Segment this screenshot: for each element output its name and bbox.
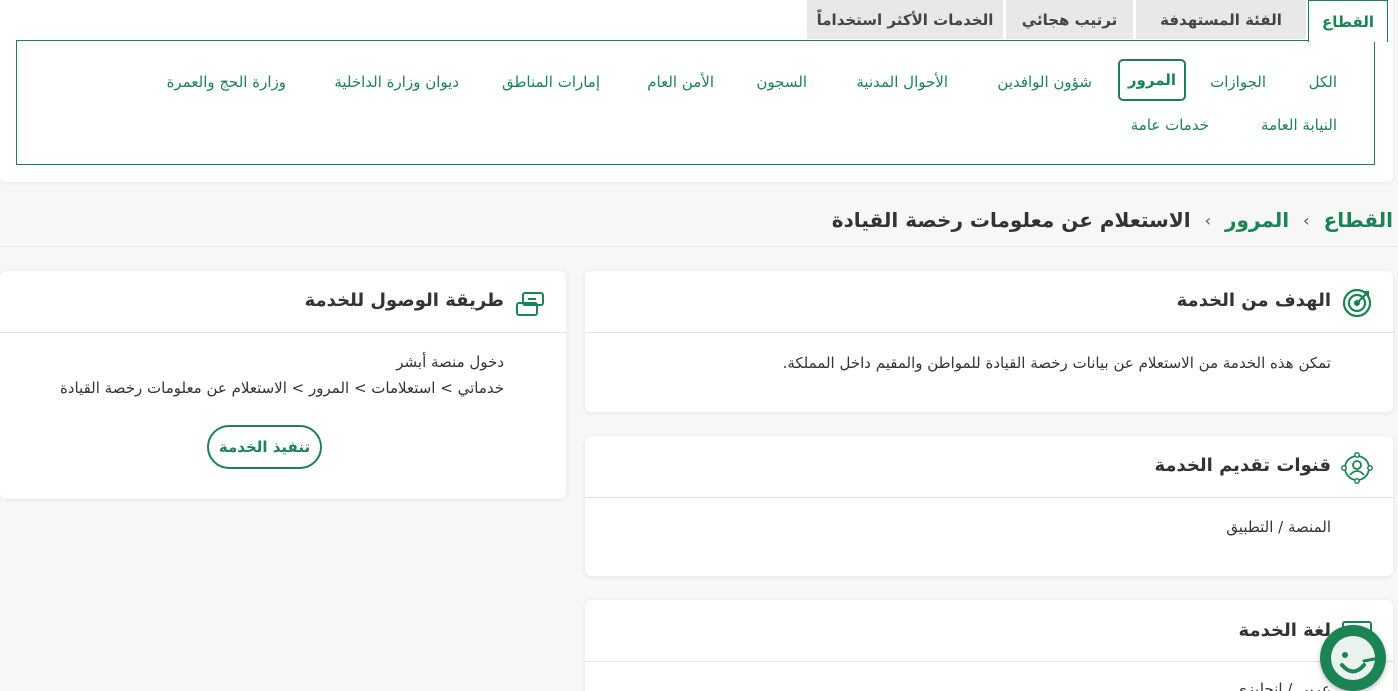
breadcrumb-separator: › xyxy=(1204,210,1211,230)
sector-filter-box: الكل الجوازات المرور شؤون الوافدين الأحو… xyxy=(16,40,1375,165)
breadcrumb-separator: › xyxy=(1303,210,1310,230)
access-step-1: دخول منصة أبشر xyxy=(396,353,504,371)
channels-card-title: قنوات تقديم الخدمة xyxy=(1154,455,1331,476)
channels-card-text: المنصة / التطبيق xyxy=(1226,518,1331,536)
sector-chip-passports[interactable]: الجوازات xyxy=(1210,72,1266,92)
chatbot-icon xyxy=(1323,628,1383,688)
goal-card-title: الهدف من الخدمة xyxy=(1176,290,1331,311)
language-card: لغة الخدمة عربي / إنجليزي xyxy=(585,600,1393,691)
access-card-text: دخول منصة أبشر خدماتي > استعلامات > المر… xyxy=(60,349,504,401)
channels-icon xyxy=(1341,452,1373,484)
sector-chip-ministry-diwan[interactable]: ديوان وزارة الداخلية xyxy=(334,72,459,92)
access-path: خدماتي > استعلامات > المرور > الاستعلام … xyxy=(59,379,504,397)
execute-service-button[interactable]: تنفيذ الخدمة xyxy=(207,425,322,469)
language-card-header: لغة الخدمة xyxy=(585,600,1393,662)
chatbot-button[interactable] xyxy=(1320,625,1386,691)
breadcrumb: القطاع › المرور › الاستعلام عن معلومات ر… xyxy=(832,203,1393,237)
sector-chip-prisons[interactable]: السجون xyxy=(756,72,807,92)
breadcrumb-sector[interactable]: المرور xyxy=(1225,208,1289,232)
sector-chip-general-services[interactable]: خدمات عامة xyxy=(1131,115,1209,135)
goal-card-header: الهدف من الخدمة xyxy=(585,271,1393,333)
sector-chip-traffic[interactable]: المرور xyxy=(1117,59,1186,101)
sector-chip-all[interactable]: الكل xyxy=(1309,72,1337,92)
tab-sector[interactable]: القطاع xyxy=(1308,0,1388,42)
divider xyxy=(0,246,1398,247)
language-card-text: عربي / إنجليزي xyxy=(1234,680,1331,691)
channels-card-header: قنوات تقديم الخدمة xyxy=(585,436,1393,498)
goal-card: الهدف من الخدمة تمكن هذه الخدمة من الاست… xyxy=(585,271,1393,412)
sector-chip-hajj-umrah[interactable]: وزارة الحج والعمرة xyxy=(167,72,286,92)
access-card-header: طريقة الوصول للخدمة xyxy=(0,271,566,333)
access-link-icon xyxy=(516,292,544,316)
access-card-title: طريقة الوصول للخدمة xyxy=(304,290,504,311)
tab-target-group[interactable]: الفئة المستهدفة xyxy=(1136,0,1306,39)
breadcrumb-root[interactable]: القطاع xyxy=(1324,208,1393,232)
sector-chip-public-prosecution[interactable]: النيابة العامة xyxy=(1261,115,1337,135)
sector-chip-expatriates[interactable]: شؤون الوافدين xyxy=(997,72,1092,92)
tab-most-used[interactable]: الخدمات الأكثر استخداماً xyxy=(807,0,1003,39)
channels-card: قنوات تقديم الخدمة المنصة / التطبيق xyxy=(585,436,1393,576)
language-card-title: لغة الخدمة xyxy=(1238,620,1331,641)
sector-chip-civil-affairs[interactable]: الأحوال المدنية xyxy=(856,72,948,92)
target-icon xyxy=(1342,288,1372,318)
sector-chip-public-security[interactable]: الأمن العام xyxy=(647,72,714,92)
sector-chip-regions[interactable]: إمارات المناطق xyxy=(502,72,600,92)
top-filter-panel: القطاع الفئة المستهدفة ترتيب هجائي الخدم… xyxy=(0,0,1393,182)
page-title: الاستعلام عن معلومات رخصة القيادة xyxy=(831,208,1191,232)
goal-card-text: تمكن هذه الخدمة من الاستعلام عن بيانات ر… xyxy=(782,354,1331,372)
tab-alphabetical[interactable]: ترتيب هجائي xyxy=(1006,0,1133,39)
